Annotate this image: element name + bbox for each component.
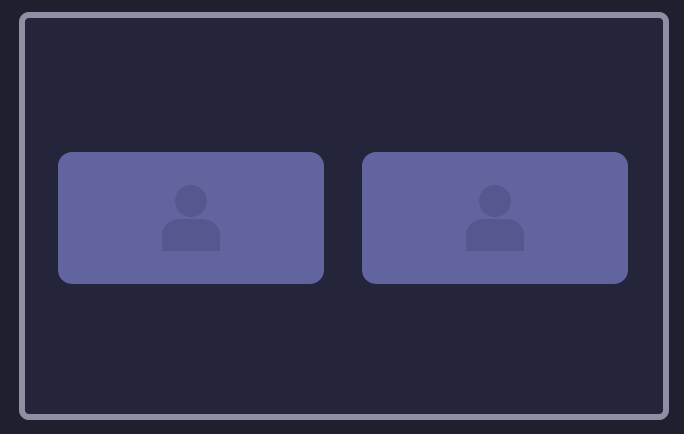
participant-tile[interactable]: [362, 152, 628, 284]
person-icon: [465, 185, 525, 251]
participant-tile[interactable]: [58, 152, 324, 284]
meeting-window: [19, 12, 669, 420]
person-icon: [161, 185, 221, 251]
